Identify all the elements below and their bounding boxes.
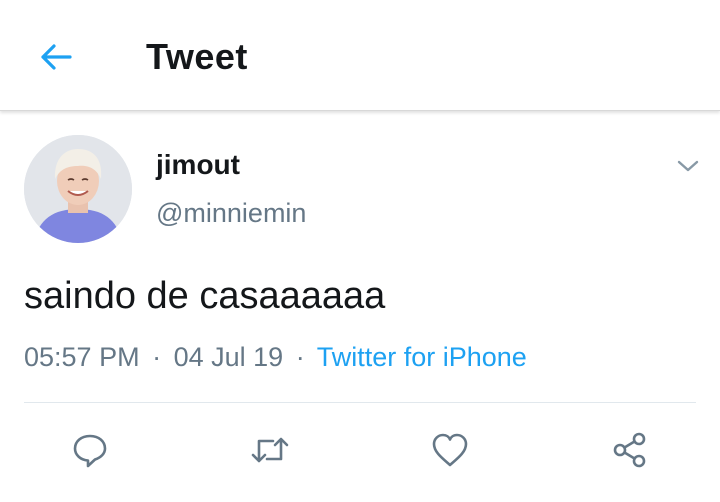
tweet-options-button[interactable] <box>672 152 704 180</box>
author-name[interactable]: jimout <box>156 149 240 181</box>
meta-separator: · <box>152 342 162 372</box>
avatar[interactable] <box>24 135 132 243</box>
top-app-bar: Tweet <box>0 0 720 111</box>
heart-icon <box>432 433 468 467</box>
retweet-button[interactable] <box>248 428 292 472</box>
tweet-source-link[interactable]: Twitter for iPhone <box>317 342 527 372</box>
avatar-photo <box>24 135 132 243</box>
like-button[interactable] <box>428 428 472 472</box>
author-handle[interactable]: @minniemin <box>156 198 306 229</box>
tweet-text: saindo de casaaaaaa <box>24 275 386 317</box>
chevron-down-icon <box>677 160 699 172</box>
meta-separator: · <box>295 342 305 372</box>
reply-button[interactable] <box>68 428 112 472</box>
tweet-date: 04 Jul 19 <box>173 342 284 372</box>
tweet-meta: 05:57 PM · 04 Jul 19 · Twitter for iPhon… <box>24 342 527 373</box>
share-button[interactable] <box>608 428 652 472</box>
share-icon <box>613 432 646 468</box>
back-button[interactable] <box>30 33 82 81</box>
reply-icon <box>73 434 107 468</box>
tweet-time: 05:57 PM <box>24 342 140 372</box>
tweet-actions <box>0 420 720 480</box>
arrow-left-icon <box>41 44 72 70</box>
divider <box>24 402 696 403</box>
page-title: Tweet <box>146 36 248 77</box>
retweet-icon <box>251 437 289 463</box>
